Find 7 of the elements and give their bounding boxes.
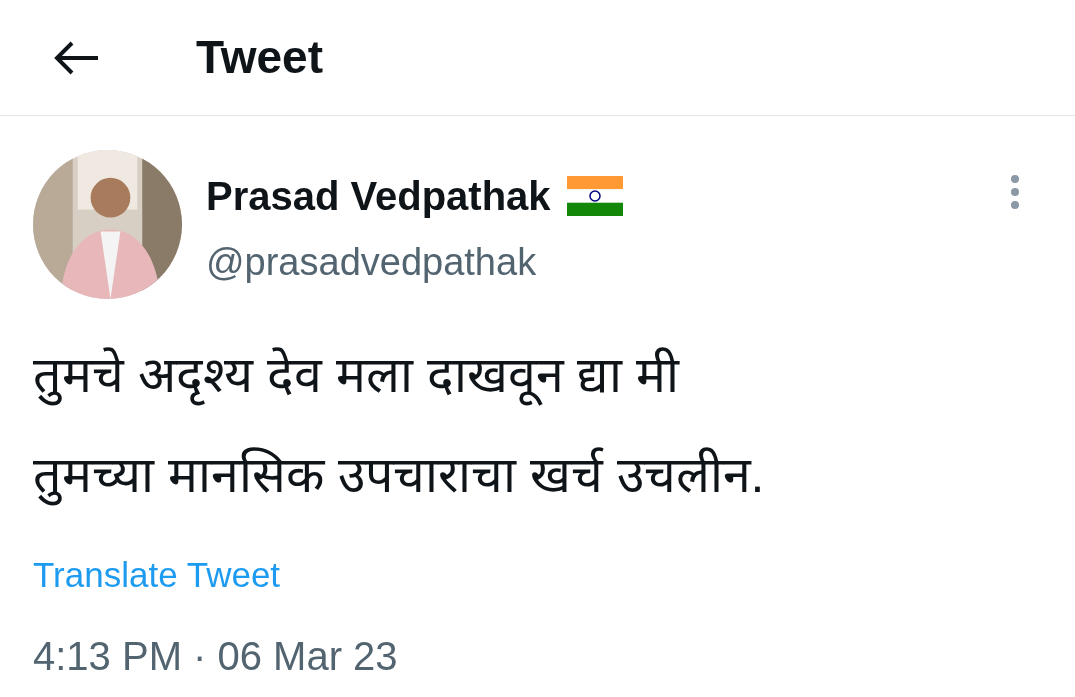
timestamp: 4:13 PM · 06 Mar 23 xyxy=(33,632,399,680)
flag-icon xyxy=(566,176,623,216)
author-name[interactable]: Prasad Vedpathak xyxy=(206,166,551,226)
back-icon[interactable] xyxy=(52,39,100,76)
page-title: Tweet xyxy=(196,30,323,85)
author-handle[interactable]: @prasadvedpathak xyxy=(206,234,1009,291)
more-icon[interactable] xyxy=(1009,174,1021,210)
